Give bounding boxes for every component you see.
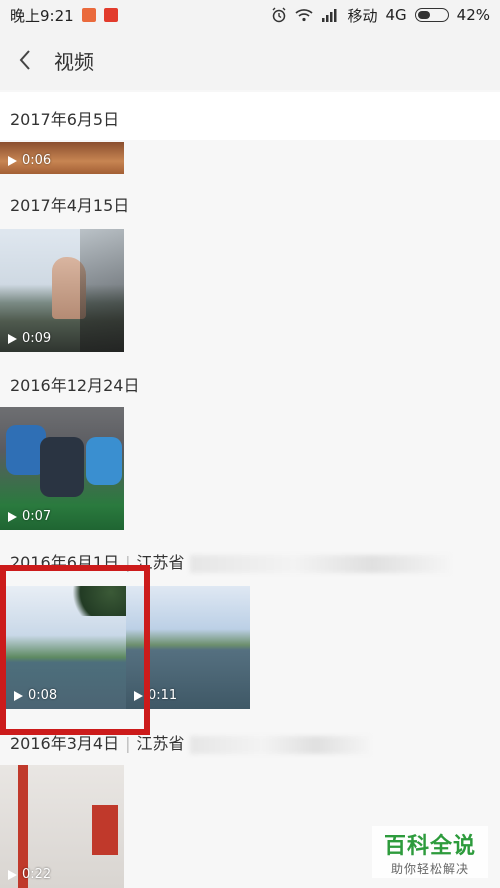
video-thumbnail[interactable]: 0:09 xyxy=(0,229,124,352)
video-duration: 0:06 xyxy=(8,153,51,168)
section-location: 江苏省 xyxy=(136,734,185,753)
signal-icon xyxy=(322,9,337,22)
duration-text: 0:22 xyxy=(22,867,52,882)
play-icon xyxy=(8,333,17,344)
play-icon xyxy=(8,869,17,880)
section-date: 2017年4月15日 xyxy=(10,196,130,215)
thumbnail-pipe-2 xyxy=(92,805,118,855)
title-bar: 视频 xyxy=(0,30,500,90)
status-time: 晚上9:21 xyxy=(10,6,74,25)
thumbnail-figure-3 xyxy=(86,437,122,485)
notification-app-icon-2 xyxy=(103,8,118,22)
watermark-subtitle: 助你轻松解决 xyxy=(390,861,469,876)
blurred-location xyxy=(189,554,450,573)
play-icon xyxy=(8,511,17,522)
carrier-label: 移动 xyxy=(347,6,378,25)
selection-highlight xyxy=(0,565,150,735)
duration-text: 0:07 xyxy=(22,509,52,524)
video-duration: 0:22 xyxy=(8,867,51,882)
video-thumbnail[interactable]: 0:22 xyxy=(0,765,124,888)
watermark-logo: 百科全说 助你轻松解决 xyxy=(372,826,488,878)
video-thumbnail[interactable]: 0:06 xyxy=(0,142,124,174)
alarm-icon xyxy=(272,7,286,23)
status-bar: 晚上9:21 移动 4G 42% xyxy=(0,0,500,30)
section-date: 2016年3月4日 | 江苏省 xyxy=(10,730,370,754)
back-button[interactable] xyxy=(0,30,50,90)
battery-icon xyxy=(414,8,449,22)
watermark-title: 百科全说 xyxy=(383,833,476,859)
play-icon xyxy=(8,155,17,166)
notification-app-icon xyxy=(81,8,96,22)
blurred-location xyxy=(189,735,370,754)
section-date-text: 2016年3月4日 xyxy=(10,734,120,753)
thumbnail-shade xyxy=(80,229,124,352)
wifi-icon xyxy=(295,9,314,22)
video-duration: 0:07 xyxy=(8,509,51,524)
network-label: 4G xyxy=(385,6,407,24)
video-duration: 0:09 xyxy=(8,331,51,346)
battery-percent: 42% xyxy=(456,6,490,24)
section-date: 2016年12月24日 xyxy=(10,376,140,395)
video-thumbnail[interactable]: 0:07 xyxy=(0,407,124,530)
thumbnail-figure-2 xyxy=(40,437,84,497)
chevron-left-icon xyxy=(19,50,30,70)
duration-text: 0:11 xyxy=(148,688,178,703)
duration-text: 0:09 xyxy=(22,331,52,346)
page-title: 视频 xyxy=(54,49,94,74)
duration-text: 0:06 xyxy=(22,153,52,168)
section-date: 2017年6月5日 xyxy=(10,110,120,129)
